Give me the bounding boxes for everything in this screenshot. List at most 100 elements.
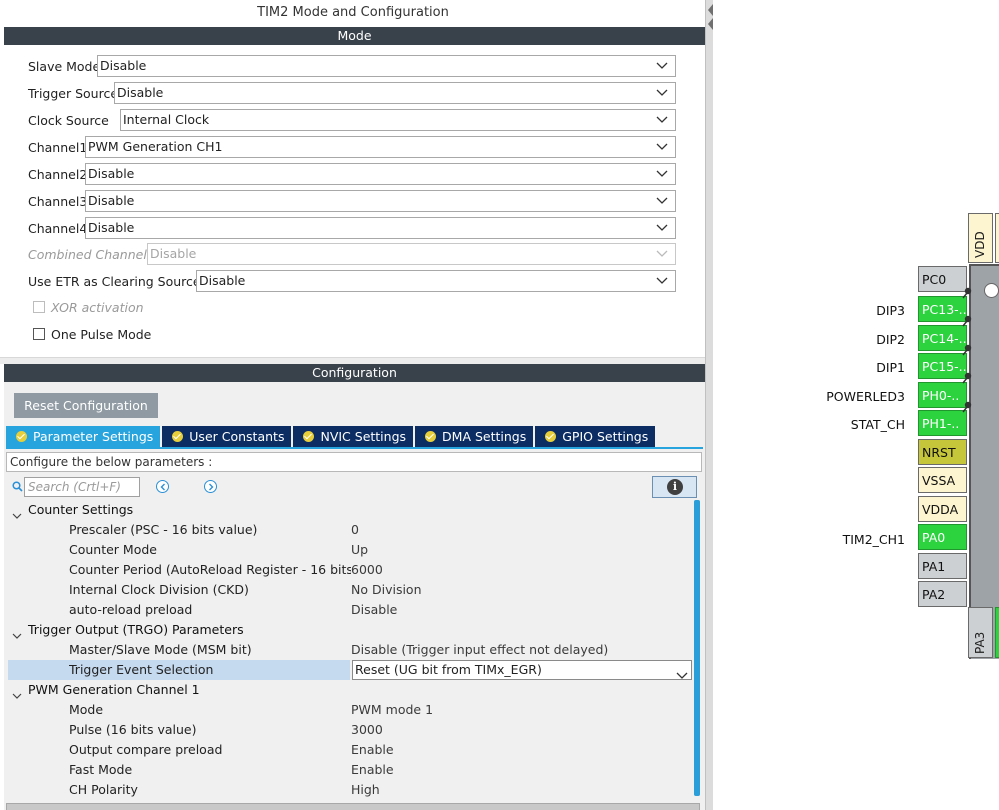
channel2-row: Channel2 xyxy=(28,163,87,185)
pin-pa1[interactable]: PA1 xyxy=(918,553,967,579)
panel-splitter[interactable] xyxy=(705,0,713,810)
chevron-down-icon xyxy=(655,56,669,76)
pin-pc14[interactable]: PC14-.. xyxy=(918,325,967,351)
param-value[interactable]: Up xyxy=(351,540,368,560)
pin-top-adjacent[interactable] xyxy=(995,213,999,263)
param-value[interactable]: Disable (Trigger input effect not delaye… xyxy=(351,640,608,660)
tree-group-trgo[interactable]: Trigger Output (TRGO) Parameters xyxy=(6,620,690,640)
channel2-label: Channel2 xyxy=(28,166,88,182)
tab-user-constants[interactable]: User Constants xyxy=(162,426,292,447)
pinout-view: VDD PC0 DIP3 PC13-.. DIP2 PC14-.. DIP1 P… xyxy=(713,0,999,810)
one-pulse-mode-checkbox[interactable]: One Pulse Mode xyxy=(33,325,151,343)
nav-left-icon[interactable] xyxy=(156,480,169,493)
pin-lock-icon xyxy=(962,372,972,384)
section-divider[interactable] xyxy=(0,357,706,364)
pin-pa2[interactable]: PA2 xyxy=(918,581,967,607)
param-name: Counter Mode xyxy=(69,542,157,557)
tab-parameter-settings[interactable]: Parameter Settings xyxy=(6,426,161,447)
pin-bottom-adjacent[interactable] xyxy=(995,607,999,658)
param-row-counter-period[interactable]: Counter Period (AutoReload Register - 16… xyxy=(6,560,690,580)
param-value[interactable]: Enable xyxy=(351,740,394,760)
pin-pc15[interactable]: PC15-.. xyxy=(918,353,967,379)
chevron-down-icon xyxy=(655,164,669,184)
channel3-select[interactable]: Disable xyxy=(85,190,676,212)
pin-name: NRST xyxy=(922,445,956,460)
search-bar: Search (Crtl+F) i xyxy=(10,476,700,498)
param-row-master-slave[interactable]: Master/Slave Mode (MSM bit) Disable (Tri… xyxy=(6,640,690,660)
check-circle-icon xyxy=(545,431,557,442)
pin-name: PA3 xyxy=(973,631,987,654)
scrollbar-thumb[interactable] xyxy=(694,500,700,796)
pin-ph1[interactable]: PH1-.. xyxy=(918,410,967,436)
info-button[interactable]: i xyxy=(652,476,697,498)
param-row-pulse[interactable]: Pulse (16 bits value) 3000 xyxy=(6,720,690,740)
param-value[interactable]: High xyxy=(351,780,380,800)
trigger-source-value: Disable xyxy=(117,85,164,100)
param-row-auto-reload[interactable]: auto-reload preload Disable xyxy=(6,600,690,620)
pin-vssa[interactable]: VSSA xyxy=(918,467,967,493)
tree-group-pwm-ch1[interactable]: PWM Generation Channel 1 xyxy=(6,680,690,700)
param-value[interactable]: Enable xyxy=(351,760,394,780)
clock-source-select[interactable]: Internal Clock xyxy=(120,109,676,131)
param-row-mode[interactable]: Mode PWM mode 1 xyxy=(6,700,690,720)
param-row-oc-preload[interactable]: Output compare preload Enable xyxy=(6,740,690,760)
search-input[interactable]: Search (Crtl+F) xyxy=(24,477,140,497)
pin-vdd[interactable]: VDD xyxy=(968,213,993,263)
tab-dma-settings[interactable]: DMA Settings xyxy=(415,426,534,447)
trigger-source-row: Trigger Source xyxy=(28,82,118,104)
pin-name: PA2 xyxy=(922,587,946,602)
pin-nrst[interactable]: NRST xyxy=(918,439,967,465)
param-value[interactable]: 6000 xyxy=(351,560,383,580)
param-row-prescaler[interactable]: Prescaler (PSC - 16 bits value) 0 xyxy=(6,520,690,540)
tab-gpio-settings[interactable]: GPIO Settings xyxy=(535,426,656,447)
tab-nvic-settings[interactable]: NVIC Settings xyxy=(293,426,414,447)
etr-clearing-select[interactable]: Disable xyxy=(196,270,676,292)
channel1-label: Channel1 xyxy=(28,139,88,155)
channel3-row: Channel3 xyxy=(28,190,87,212)
horizontal-scrollbar[interactable] xyxy=(6,803,700,810)
param-value: Reset (UG bit from TIMx_EGR) xyxy=(355,662,542,677)
mode-section-header[interactable]: Mode xyxy=(4,27,705,45)
vertical-scrollbar[interactable] xyxy=(694,500,700,796)
pin-ph0[interactable]: PH0-.. xyxy=(918,382,967,408)
chevron-down-icon xyxy=(655,83,669,103)
pin-vdda[interactable]: VDDA xyxy=(918,496,967,522)
tree-group-counter-settings[interactable]: Counter Settings xyxy=(6,500,690,520)
trigger-source-select[interactable]: Disable xyxy=(114,82,676,104)
chevron-down-icon xyxy=(655,244,669,264)
channel4-label: Channel4 xyxy=(28,220,88,236)
pin-pc13[interactable]: PC13-.. xyxy=(918,296,967,322)
param-row-counter-mode[interactable]: Counter Mode Up xyxy=(6,540,690,560)
slave-mode-select[interactable]: Disable xyxy=(97,55,676,77)
param-value[interactable]: 3000 xyxy=(351,720,383,740)
pin-pa0[interactable]: PA0 xyxy=(918,524,967,550)
param-row-ch-polarity[interactable]: CH Polarity High xyxy=(6,780,690,800)
param-value[interactable]: Disable xyxy=(351,600,397,620)
param-row-clock-division[interactable]: Internal Clock Division (CKD) No Divisio… xyxy=(6,580,690,600)
param-name: Pulse (16 bits value) xyxy=(69,722,197,737)
channel4-select[interactable]: Disable xyxy=(85,217,676,239)
pin-signal-label: DIP3 xyxy=(876,303,905,318)
chevron-down-icon xyxy=(655,137,669,157)
configuration-section-header[interactable]: Configuration xyxy=(4,364,705,382)
pin-name: PH1-.. xyxy=(922,416,960,431)
chevron-down-icon xyxy=(655,271,669,291)
param-row-fast-mode[interactable]: Fast Mode Enable xyxy=(6,760,690,780)
channel1-select[interactable]: PWM Generation CH1 xyxy=(85,136,676,158)
pin-pc0[interactable]: PC0 xyxy=(918,266,967,292)
pin-lock-icon xyxy=(962,401,972,413)
tab-label: NVIC Settings xyxy=(320,429,407,444)
reset-configuration-button[interactable]: Reset Configuration xyxy=(14,393,158,418)
nav-right-icon[interactable] xyxy=(204,480,217,493)
param-value[interactable]: PWM mode 1 xyxy=(351,700,433,720)
pin-name: PH0-.. xyxy=(922,388,960,403)
param-row-trigger-event[interactable]: Trigger Event Selection Reset (UG bit fr… xyxy=(8,660,692,680)
checkbox-box[interactable] xyxy=(33,328,45,340)
param-name: CH Polarity xyxy=(69,782,138,797)
param-value[interactable]: No Division xyxy=(351,580,422,600)
param-value[interactable]: 0 xyxy=(351,520,359,540)
pin-pa3[interactable]: PA3 xyxy=(968,607,993,658)
chevron-down-icon xyxy=(675,661,689,679)
channel2-select[interactable]: Disable xyxy=(85,163,676,185)
trigger-event-select[interactable]: Reset (UG bit from TIMx_EGR) xyxy=(352,660,692,680)
